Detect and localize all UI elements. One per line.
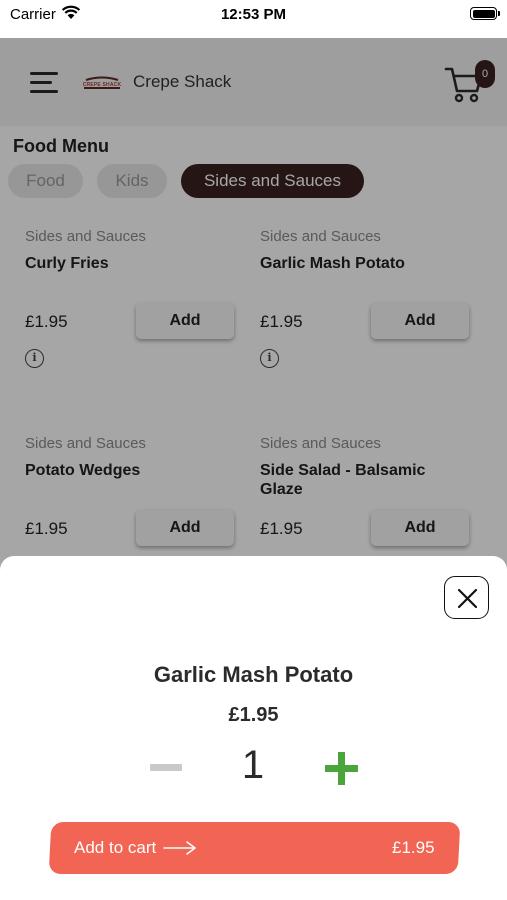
add-to-cart-button[interactable]: Add to cart £1.95 <box>48 822 461 874</box>
sheet-item-name: Garlic Mash Potato <box>153 662 354 687</box>
close-icon <box>457 588 478 609</box>
add-item-sheet: Garlic Mash Potato £1.95 1 Add to cart £… <box>0 556 507 900</box>
status-bar: Carrier 12:53 PM <box>0 0 507 38</box>
sheet-item-price: £1.95 <box>228 704 279 726</box>
minus-icon[interactable] <box>150 764 182 771</box>
quantity-value: 1 <box>241 743 265 787</box>
plus-icon[interactable] <box>325 752 358 785</box>
add-to-cart-label: Add to cart <box>74 838 157 857</box>
status-time: 12:53 PM <box>220 6 287 23</box>
close-button[interactable] <box>444 576 489 619</box>
cart-total-price: £1.95 <box>392 838 435 857</box>
arrow-right-icon <box>163 841 196 855</box>
battery-icon <box>470 7 500 20</box>
